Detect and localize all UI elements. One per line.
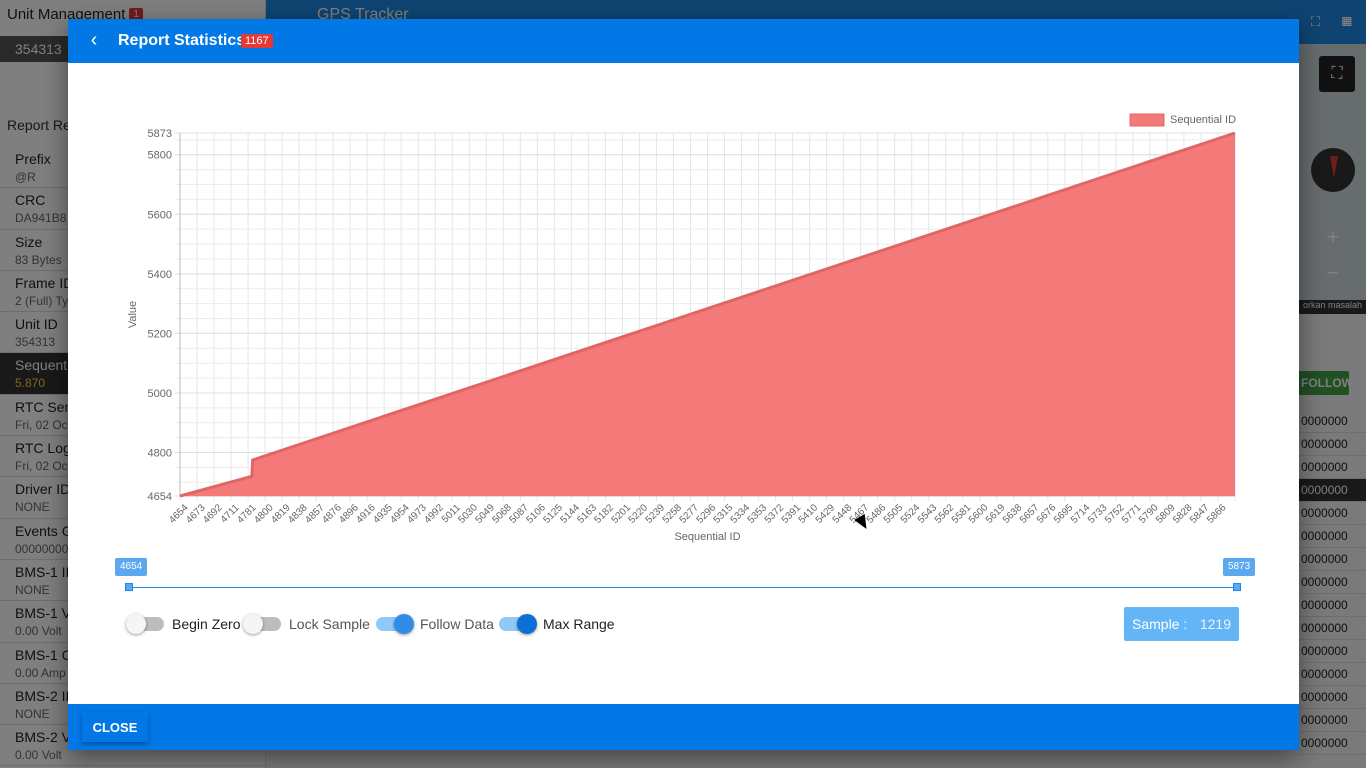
range-max-label: 5873	[1223, 558, 1256, 576]
y-tick-label: 5400	[148, 269, 172, 281]
begin-zero-toggle[interactable]: Begin Zero	[126, 612, 241, 636]
y-tick-label: 5800	[148, 150, 172, 162]
sample-label: Sample :	[1132, 616, 1188, 632]
y-tick-label: 4654	[148, 491, 172, 503]
switch-knob	[394, 614, 414, 634]
y-tick-label: 5600	[148, 209, 172, 221]
lock-sample-toggle[interactable]: Lock Sample	[243, 612, 370, 636]
y-tick-label: 5200	[148, 328, 172, 340]
sample-value[interactable]: 1219	[1200, 607, 1231, 641]
dialog-footer: CLOSE	[68, 704, 1299, 750]
y-tick-label: 5873	[148, 128, 172, 140]
range-min-handle[interactable]	[125, 583, 133, 591]
close-button[interactable]: CLOSE	[82, 712, 148, 742]
range-max-handle[interactable]	[1233, 583, 1241, 591]
report-statistics-chart: 4654480050005200540056005800587346544673…	[127, 113, 1236, 543]
x-tick-label: 5866	[1205, 502, 1229, 526]
max-range-switch[interactable]	[499, 614, 537, 634]
legend-swatch	[1129, 113, 1165, 127]
lock-sample-label: Lock Sample	[289, 616, 370, 632]
range-slider-track[interactable]	[129, 587, 1237, 588]
max-range-label: Max Range	[543, 616, 615, 632]
report-statistics-dialog: ‹ Report Statistics 1167 4654 4800 5000 520…	[68, 19, 1299, 750]
switch-knob	[243, 614, 263, 634]
y-axis-title: Value	[127, 301, 139, 328]
y-tick-label: 5000	[148, 388, 172, 400]
legend-label: Sequential ID	[1170, 114, 1236, 126]
lock-sample-switch[interactable]	[243, 614, 281, 634]
begin-zero-switch[interactable]	[126, 614, 164, 634]
max-range-toggle[interactable]: Max Range	[499, 612, 615, 636]
range-min-label: 4654	[115, 558, 148, 576]
follow-data-label: Follow Data	[420, 616, 494, 632]
switch-knob	[517, 614, 537, 634]
sample-count-input[interactable]: Sample : 1219	[1124, 607, 1239, 641]
y-tick-label: 4800	[148, 448, 172, 460]
follow-data-toggle[interactable]: Follow Data	[376, 612, 494, 636]
switch-knob	[126, 614, 146, 634]
follow-data-switch[interactable]	[376, 614, 414, 634]
x-axis-title: Sequential ID	[674, 531, 740, 543]
begin-zero-label: Begin Zero	[172, 616, 241, 632]
